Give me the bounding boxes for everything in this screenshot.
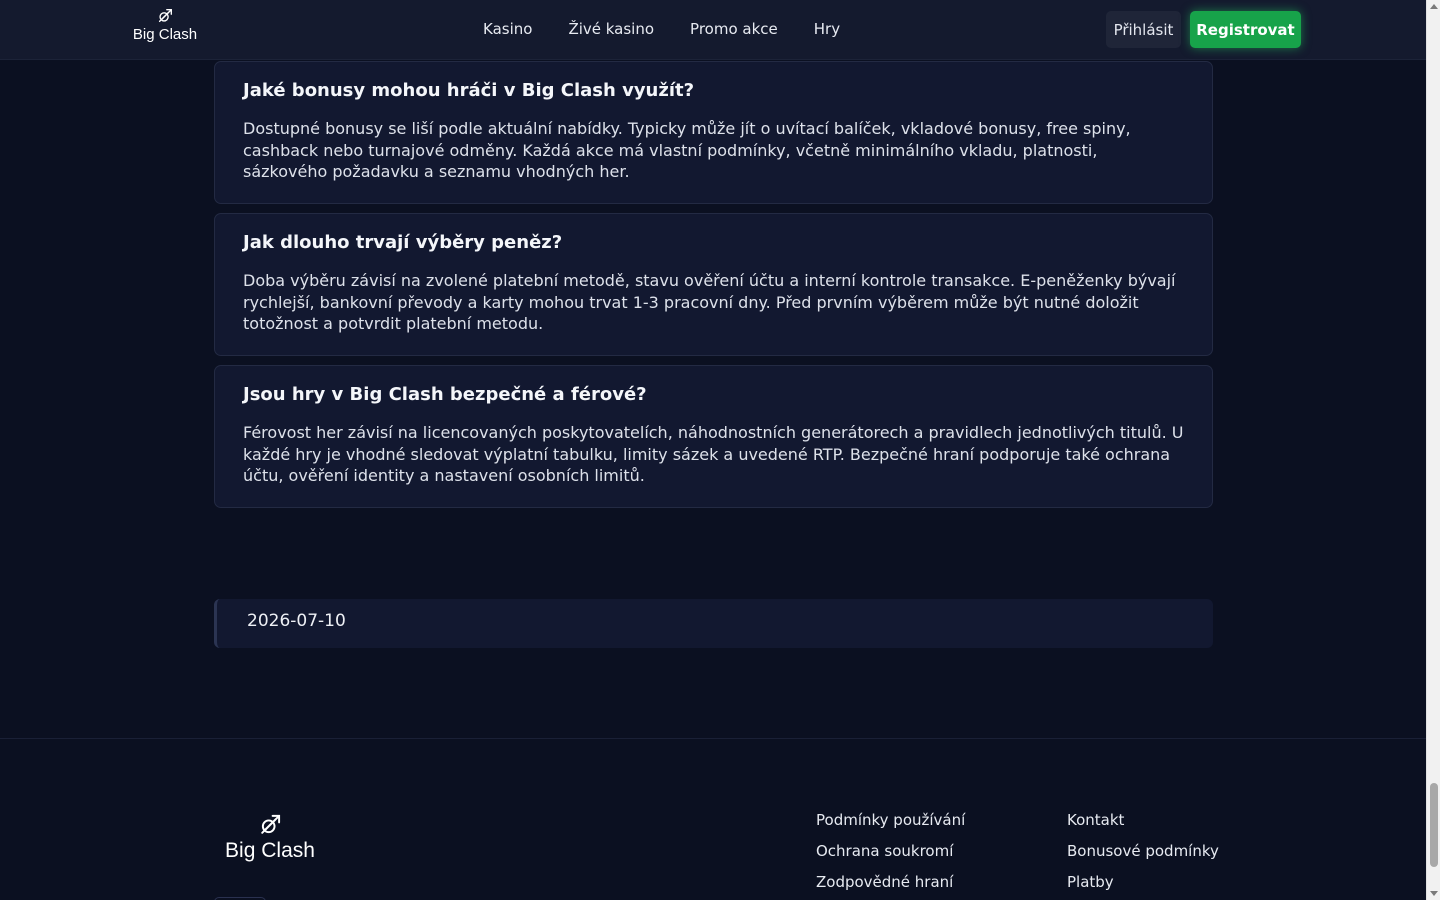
- footer-logo[interactable]: Big Clash: [225, 812, 315, 863]
- nav-games[interactable]: Hry: [814, 19, 840, 39]
- footer-link-payments[interactable]: Platby: [1067, 872, 1219, 892]
- scroll-down-icon[interactable]: [1430, 891, 1438, 896]
- nav-promo[interactable]: Promo akce: [690, 19, 778, 39]
- faq-answer: Férovost her závisí na licencovaných pos…: [243, 423, 1184, 486]
- faq-item: Jaké bonusy mohou hráči v Big Clash využ…: [214, 61, 1213, 204]
- faq-item: Jsou hry v Big Clash bezpečné a férové? …: [214, 365, 1213, 508]
- faq-item: Jak dlouho trvají výběry peněz? Doba výb…: [214, 213, 1213, 356]
- faq-answer: Doba výběru závisí na zvolené platební m…: [243, 271, 1176, 334]
- nav-live-casino[interactable]: Živé kasino: [568, 19, 654, 39]
- site-header: Big Clash Kasino Živé kasino Promo akce …: [0, 0, 1426, 60]
- faq-question: Jsou hry v Big Clash bezpečné a férové?: [243, 384, 647, 405]
- updated-date: 2026-07-10: [214, 599, 1213, 648]
- faq-answer: Dostupné bonusy se liší podle aktuální n…: [243, 119, 1131, 182]
- footer-link-responsible-gaming[interactable]: Zodpovědné hraní: [816, 872, 965, 892]
- register-button[interactable]: Registrovat: [1190, 11, 1301, 48]
- page-viewport: Big Clash Kasino Živé kasino Promo akce …: [0, 0, 1426, 900]
- scrollbar-thumb[interactable]: [1430, 783, 1438, 867]
- clash-logo-icon: [261, 814, 281, 834]
- footer-link-bonus-terms[interactable]: Bonusové podmínky: [1067, 841, 1219, 861]
- footer-link-privacy[interactable]: Ochrana soukromí: [816, 841, 965, 861]
- faq-question: Jaké bonusy mohou hráči v Big Clash využ…: [243, 80, 695, 101]
- main-nav: Kasino Živé kasino Promo akce Hry: [483, 19, 840, 39]
- clash-logo-icon: [158, 9, 172, 23]
- footer-logo-wordmark: Big Clash: [225, 839, 315, 862]
- login-button[interactable]: Přihlásit: [1106, 11, 1181, 48]
- nav-kasino[interactable]: Kasino: [483, 19, 532, 39]
- logo-wordmark: Big Clash: [132, 26, 198, 43]
- footer-link-contact[interactable]: Kontakt: [1067, 810, 1219, 830]
- footer-links-info: Kontakt Bonusové podmínky Platby: [1067, 810, 1219, 892]
- header-logo[interactable]: Big Clash: [132, 7, 198, 44]
- footer-link-terms[interactable]: Podmínky používání: [816, 810, 965, 830]
- page-scrollbar[interactable]: [1426, 0, 1440, 900]
- scroll-up-icon[interactable]: [1430, 4, 1438, 9]
- faq-question: Jak dlouho trvají výběry peněz?: [243, 232, 563, 253]
- footer-links-legal: Podmínky používání Ochrana soukromí Zodp…: [816, 810, 965, 892]
- site-footer: Big Clash Podmínky používání Ochrana sou…: [0, 738, 1426, 900]
